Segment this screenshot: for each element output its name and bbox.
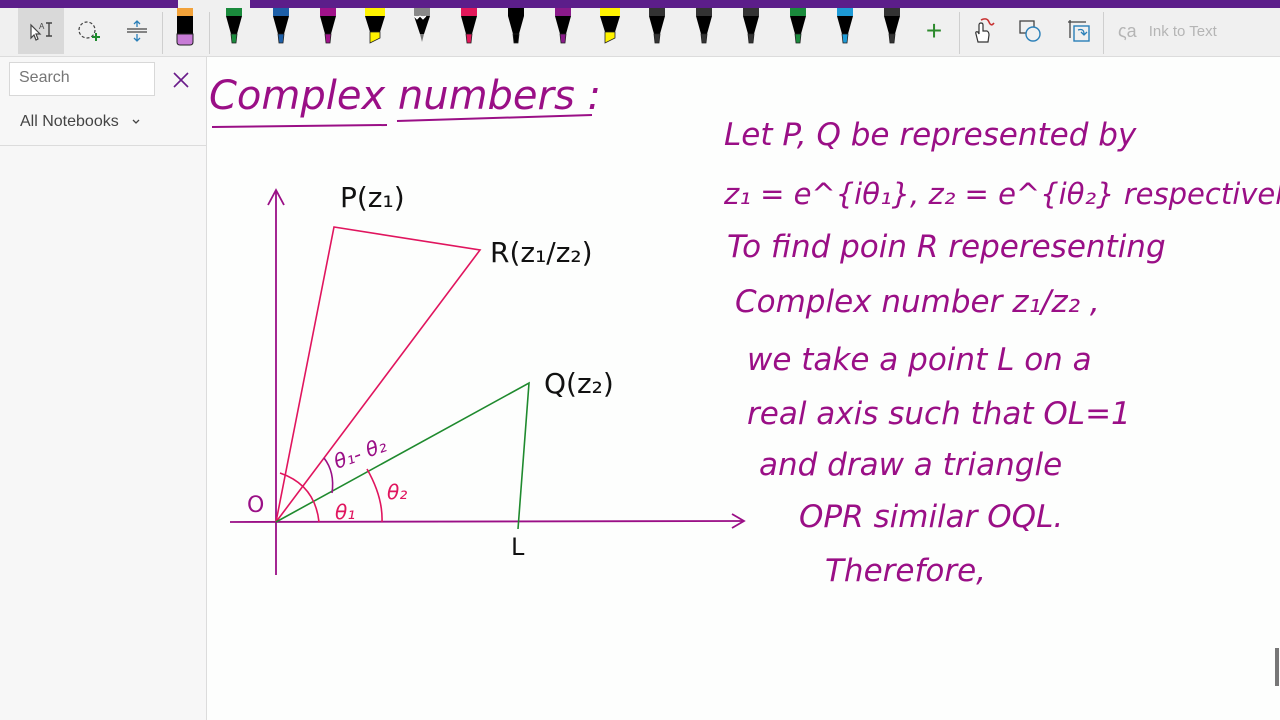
note-line: Let P, Q be represented by	[724, 117, 1137, 153]
notebook-filter-label: All Notebooks	[20, 113, 119, 130]
pen-icon	[837, 8, 853, 44]
label-p: P(z₁)	[340, 181, 405, 214]
pen-icon	[696, 8, 712, 44]
pen-13-button[interactable]	[788, 8, 808, 50]
eraser-tool-button[interactable]	[175, 8, 195, 50]
ink-to-shape-button[interactable]	[1014, 8, 1048, 54]
pen-icon	[649, 8, 665, 44]
pen-6-button[interactable]	[459, 8, 479, 50]
real-axis	[229, 520, 745, 523]
touch-draw-icon	[975, 18, 995, 43]
pen-7-button[interactable]	[506, 8, 526, 50]
triangle-oql	[275, 381, 530, 530]
pencil-icon	[413, 8, 430, 42]
pen-9-button[interactable]	[600, 8, 620, 50]
pen-4-button[interactable]	[365, 8, 385, 50]
angle-arc-theta1	[279, 472, 320, 523]
pen-icon	[508, 8, 524, 44]
add-space-tool-button[interactable]	[114, 8, 160, 54]
note-line: and draw a triangle	[759, 447, 1062, 483]
angle-arc-theta2	[366, 468, 383, 523]
label-q: Q(z₂)	[544, 367, 614, 400]
eraser-icon	[176, 8, 194, 46]
type-select-tool-button[interactable]: A	[18, 8, 64, 54]
argand-diagram: P(z₁) R(z₁/z₂) Q(z₂) O L θ₁- θ₂ θ₁ θ₂	[229, 181, 746, 575]
label-r: R(z₁/z₂)	[490, 236, 593, 269]
ink-to-text-icon: ςa	[1118, 20, 1137, 41]
title-underline	[211, 124, 388, 128]
cursor-text-icon: A	[30, 22, 52, 41]
pen-icon	[273, 8, 289, 44]
pen-3-button[interactable]	[318, 8, 338, 50]
add-pen-button[interactable]: +	[916, 8, 952, 54]
note-line: Complex number z₁/z₂ ,	[735, 284, 1100, 320]
search-input[interactable]	[10, 63, 158, 93]
ink-layer: Complex numbers : P(z₁) R(z₁/z₂) Q(z₂) O…	[209, 73, 1280, 589]
convert-ink-icon	[1068, 20, 1090, 42]
pen-icon	[555, 8, 571, 44]
note-title: Complex numbers :	[209, 73, 601, 119]
pen-icon	[790, 8, 806, 44]
toolbar-divider	[959, 12, 960, 54]
note-line: OPR similar OQL.	[799, 499, 1063, 535]
pen-15-button[interactable]	[882, 8, 902, 50]
vertical-scrollbar[interactable]	[1275, 648, 1279, 686]
pane-divider	[0, 145, 206, 146]
plus-icon: +	[925, 15, 943, 46]
pen-8-button[interactable]	[553, 8, 573, 50]
angle-arc-theta-diff	[323, 457, 334, 494]
lasso-select-tool-button[interactable]	[66, 8, 112, 54]
draw-toolbar: A +	[0, 8, 1280, 57]
pen-10-button[interactable]	[647, 8, 667, 50]
label-theta1: θ₁	[335, 500, 355, 524]
note-line: z₁ = e^{iθ₁}, z₂ = e^{iθ₂} respectively.	[723, 177, 1280, 211]
notebook-filter-dropdown[interactable]: All Notebooks	[20, 113, 141, 131]
note-canvas[interactable]: Complex numbers : P(z₁) R(z₁/z₂) Q(z₂) O…	[207, 57, 1280, 720]
toolbar-divider	[209, 12, 210, 54]
toolbar-divider	[162, 12, 163, 54]
note-text-block: Let P, Q be represented by z₁ = e^{iθ₁},…	[723, 117, 1280, 589]
close-search-button[interactable]	[170, 69, 192, 91]
note-line: we take a point L on a	[747, 342, 1092, 378]
label-l: L	[511, 533, 525, 561]
ink-to-math-button[interactable]	[1062, 8, 1096, 54]
ink-replay-button[interactable]	[966, 8, 1000, 54]
pen-icon	[461, 8, 477, 44]
close-icon	[173, 72, 189, 88]
note-line: Therefore,	[825, 553, 986, 589]
active-tab-gap	[178, 0, 250, 8]
pen-icon	[884, 8, 900, 44]
pen-2-button[interactable]	[271, 8, 291, 50]
triangle-opr	[275, 226, 482, 523]
search-field[interactable]	[9, 62, 158, 96]
label-theta2: θ₂	[387, 480, 407, 504]
label-origin: O	[247, 493, 264, 518]
pen-icon	[743, 8, 759, 44]
toolbar-divider	[1103, 12, 1104, 54]
pen-12-button[interactable]	[741, 8, 761, 50]
pen-icon	[320, 8, 336, 44]
highlighter-icon	[365, 8, 385, 44]
pen-1-button[interactable]	[224, 8, 244, 50]
pen-icon	[226, 8, 242, 44]
svg-text:A: A	[39, 22, 45, 31]
pen-5-button[interactable]	[412, 8, 432, 50]
shapes-icon	[1019, 20, 1041, 42]
note-line: To find poin R reperesenting	[727, 229, 1166, 265]
lasso-select-icon	[78, 21, 100, 41]
pen-14-button[interactable]	[835, 8, 855, 50]
chevron-down-icon	[132, 119, 140, 124]
search-pane: All Notebooks	[0, 57, 207, 720]
highlighter-icon	[600, 8, 620, 44]
add-space-icon	[127, 20, 147, 42]
pen-11-button[interactable]	[694, 8, 714, 50]
ink-to-text-button[interactable]: ςa Ink to Text	[1118, 8, 1217, 54]
ink-to-text-label: Ink to Text	[1148, 22, 1217, 40]
note-line: real axis such that OL=1	[747, 396, 1131, 432]
